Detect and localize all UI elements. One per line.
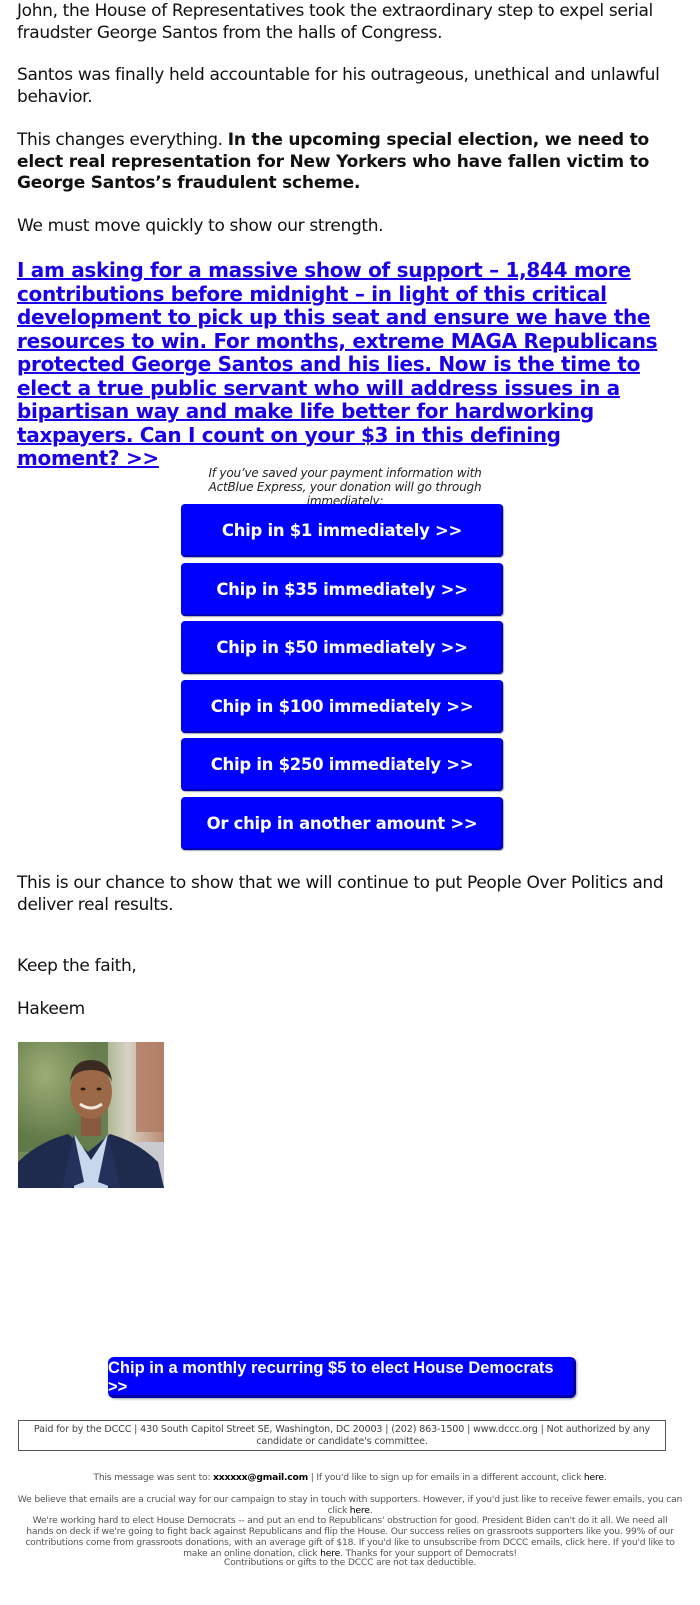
sent-to-prefix: This message was sent to: xyxy=(93,1472,214,1483)
fewer-emails-notice: We believe that emails are a crucial way… xyxy=(10,1494,690,1516)
actblue-express-note: If you’ve saved your payment information… xyxy=(208,466,482,508)
signature: Hakeem xyxy=(17,999,85,1019)
period: . xyxy=(603,1472,607,1483)
chip-in-other-amount-button[interactable]: Or chip in another amount >> xyxy=(181,796,503,850)
paragraph-lead: This changes everything. xyxy=(17,130,228,150)
paid-for-disclaimer: Paid for by the DCCC | 430 South Capitol… xyxy=(18,1420,666,1451)
chip-in-35-button[interactable]: Chip in $35 immediately >> xyxy=(181,562,503,616)
mission-notice: We're working hard to elect House Democr… xyxy=(22,1515,678,1559)
greeting-paragraph: John, the House of Representatives took … xyxy=(17,1,653,43)
portrait-image xyxy=(18,1042,164,1188)
tax-deductible-notice: Contributions or gifts to the DCCC are n… xyxy=(223,1557,477,1568)
sent-to-notice: This message was sent to: xxxxxx@gmail.c… xyxy=(10,1472,690,1483)
signer-portrait-photo xyxy=(18,1042,164,1188)
signoff: Keep the faith, xyxy=(17,956,137,976)
signup-different-account-link[interactable]: here xyxy=(584,1472,604,1483)
chip-in-1-button[interactable]: Chip in $1 immediately >> xyxy=(181,504,503,557)
sent-to-suffix: | If you'd like to sign up for emails in… xyxy=(308,1472,584,1483)
chip-in-100-button[interactable]: Chip in $100 immediately >> xyxy=(181,679,503,733)
monthly-recurring-donation-button[interactable]: Chip in a monthly recurring $5 to elect … xyxy=(108,1357,576,1398)
special-election-paragraph: This changes everything. In the upcoming… xyxy=(17,130,667,195)
people-over-politics-paragraph: This is our chance to show that we will … xyxy=(17,873,664,915)
donation-button-group: Chip in $1 immediately >> Chip in $35 im… xyxy=(181,504,503,856)
donate-cta-link[interactable]: I am asking for a massive show of suppor… xyxy=(17,258,667,471)
chip-in-250-button[interactable]: Chip in $250 immediately >> xyxy=(181,738,503,792)
accountability-paragraph: Santos was finally held accountable for … xyxy=(17,65,660,107)
move-quickly-paragraph: We must move quickly to show our strengt… xyxy=(17,216,384,236)
recipient-email: xxxxxx@gmail.com xyxy=(213,1472,309,1483)
chip-in-50-button[interactable]: Chip in $50 immediately >> xyxy=(181,621,503,675)
